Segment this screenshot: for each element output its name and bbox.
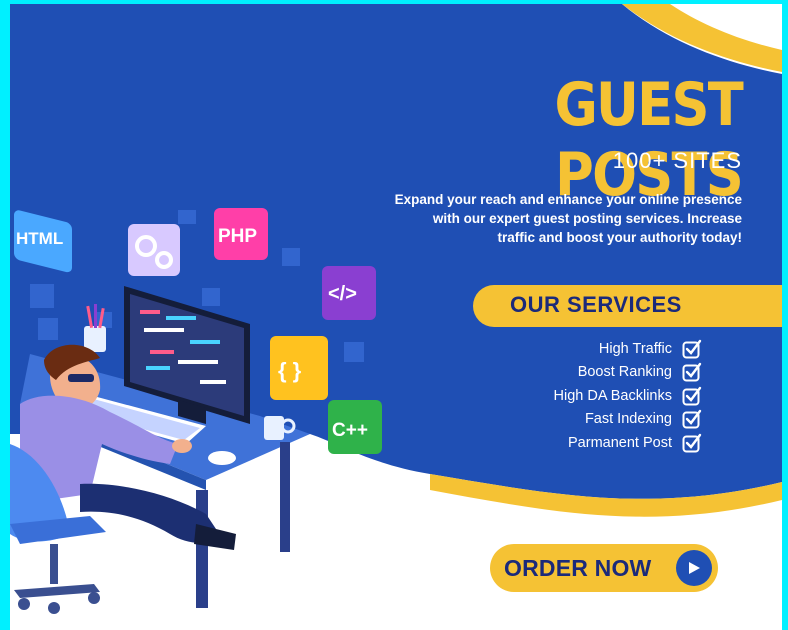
svg-text:PHP: PHP (218, 226, 257, 247)
order-now-label: ORDER NOW (504, 554, 652, 581)
service-item: High Traffic (442, 337, 702, 361)
description-line: Expand your reach and enhance your onlin… (394, 192, 742, 207)
svg-text:</>: </> (328, 283, 357, 305)
service-item: Fast Indexing (442, 408, 702, 432)
svg-text:C++: C++ (332, 420, 368, 441)
service-label: Parmanent Post (568, 434, 672, 451)
ad-canvas: HTML PHP </> { } C++ GUEST POSTS 100+ SI… (10, 4, 782, 630)
description-line: traffic and boost your authority today! (497, 230, 742, 245)
hero-description: Expand your reach and enhance your onlin… (300, 190, 742, 247)
service-item: Parmanent Post (442, 431, 702, 455)
checkbox-icon (682, 363, 702, 382)
checkbox-icon (682, 433, 702, 453)
php-tile: PHP (214, 208, 268, 260)
services-heading: OUR SERVICES (510, 292, 682, 317)
code-tags-tile: </> (322, 266, 376, 320)
description-line: with our expert guest posting services. … (432, 211, 742, 226)
checkbox-icon (682, 339, 702, 359)
service-label: Boost Ranking (577, 364, 672, 381)
gear-tile-icon (128, 224, 180, 276)
page-title: GUEST POSTS (554, 70, 743, 210)
braces-tile: { } (270, 336, 328, 400)
order-now-button[interactable]: ORDER NOW (490, 544, 718, 592)
svg-text:HTML: HTML (16, 229, 63, 248)
html-tile: HTML (14, 210, 72, 273)
service-label: High Traffic (598, 340, 672, 357)
services-list: High Traffic Boost Ranking High DA Backl… (442, 337, 702, 455)
sites-count-subtitle: 100+ SITES (612, 148, 742, 173)
checkbox-icon (682, 410, 702, 429)
checkbox-icon (682, 386, 702, 406)
cpp-tile: C++ (328, 400, 382, 454)
play-arrow-icon (676, 550, 712, 586)
svg-text:{ }: { } (278, 358, 302, 383)
pencil-cup-icon (84, 304, 106, 352)
service-item: High DA Backlinks (442, 384, 702, 408)
service-item: Boost Ranking (442, 361, 702, 385)
developer-illustration: HTML PHP </> { } C++ (10, 208, 382, 614)
service-label: High DA Backlinks (553, 387, 672, 404)
ad-frame: HTML PHP </> { } C++ GUEST POSTS 100+ SI… (0, 0, 788, 630)
service-label: Fast Indexing (584, 411, 672, 428)
